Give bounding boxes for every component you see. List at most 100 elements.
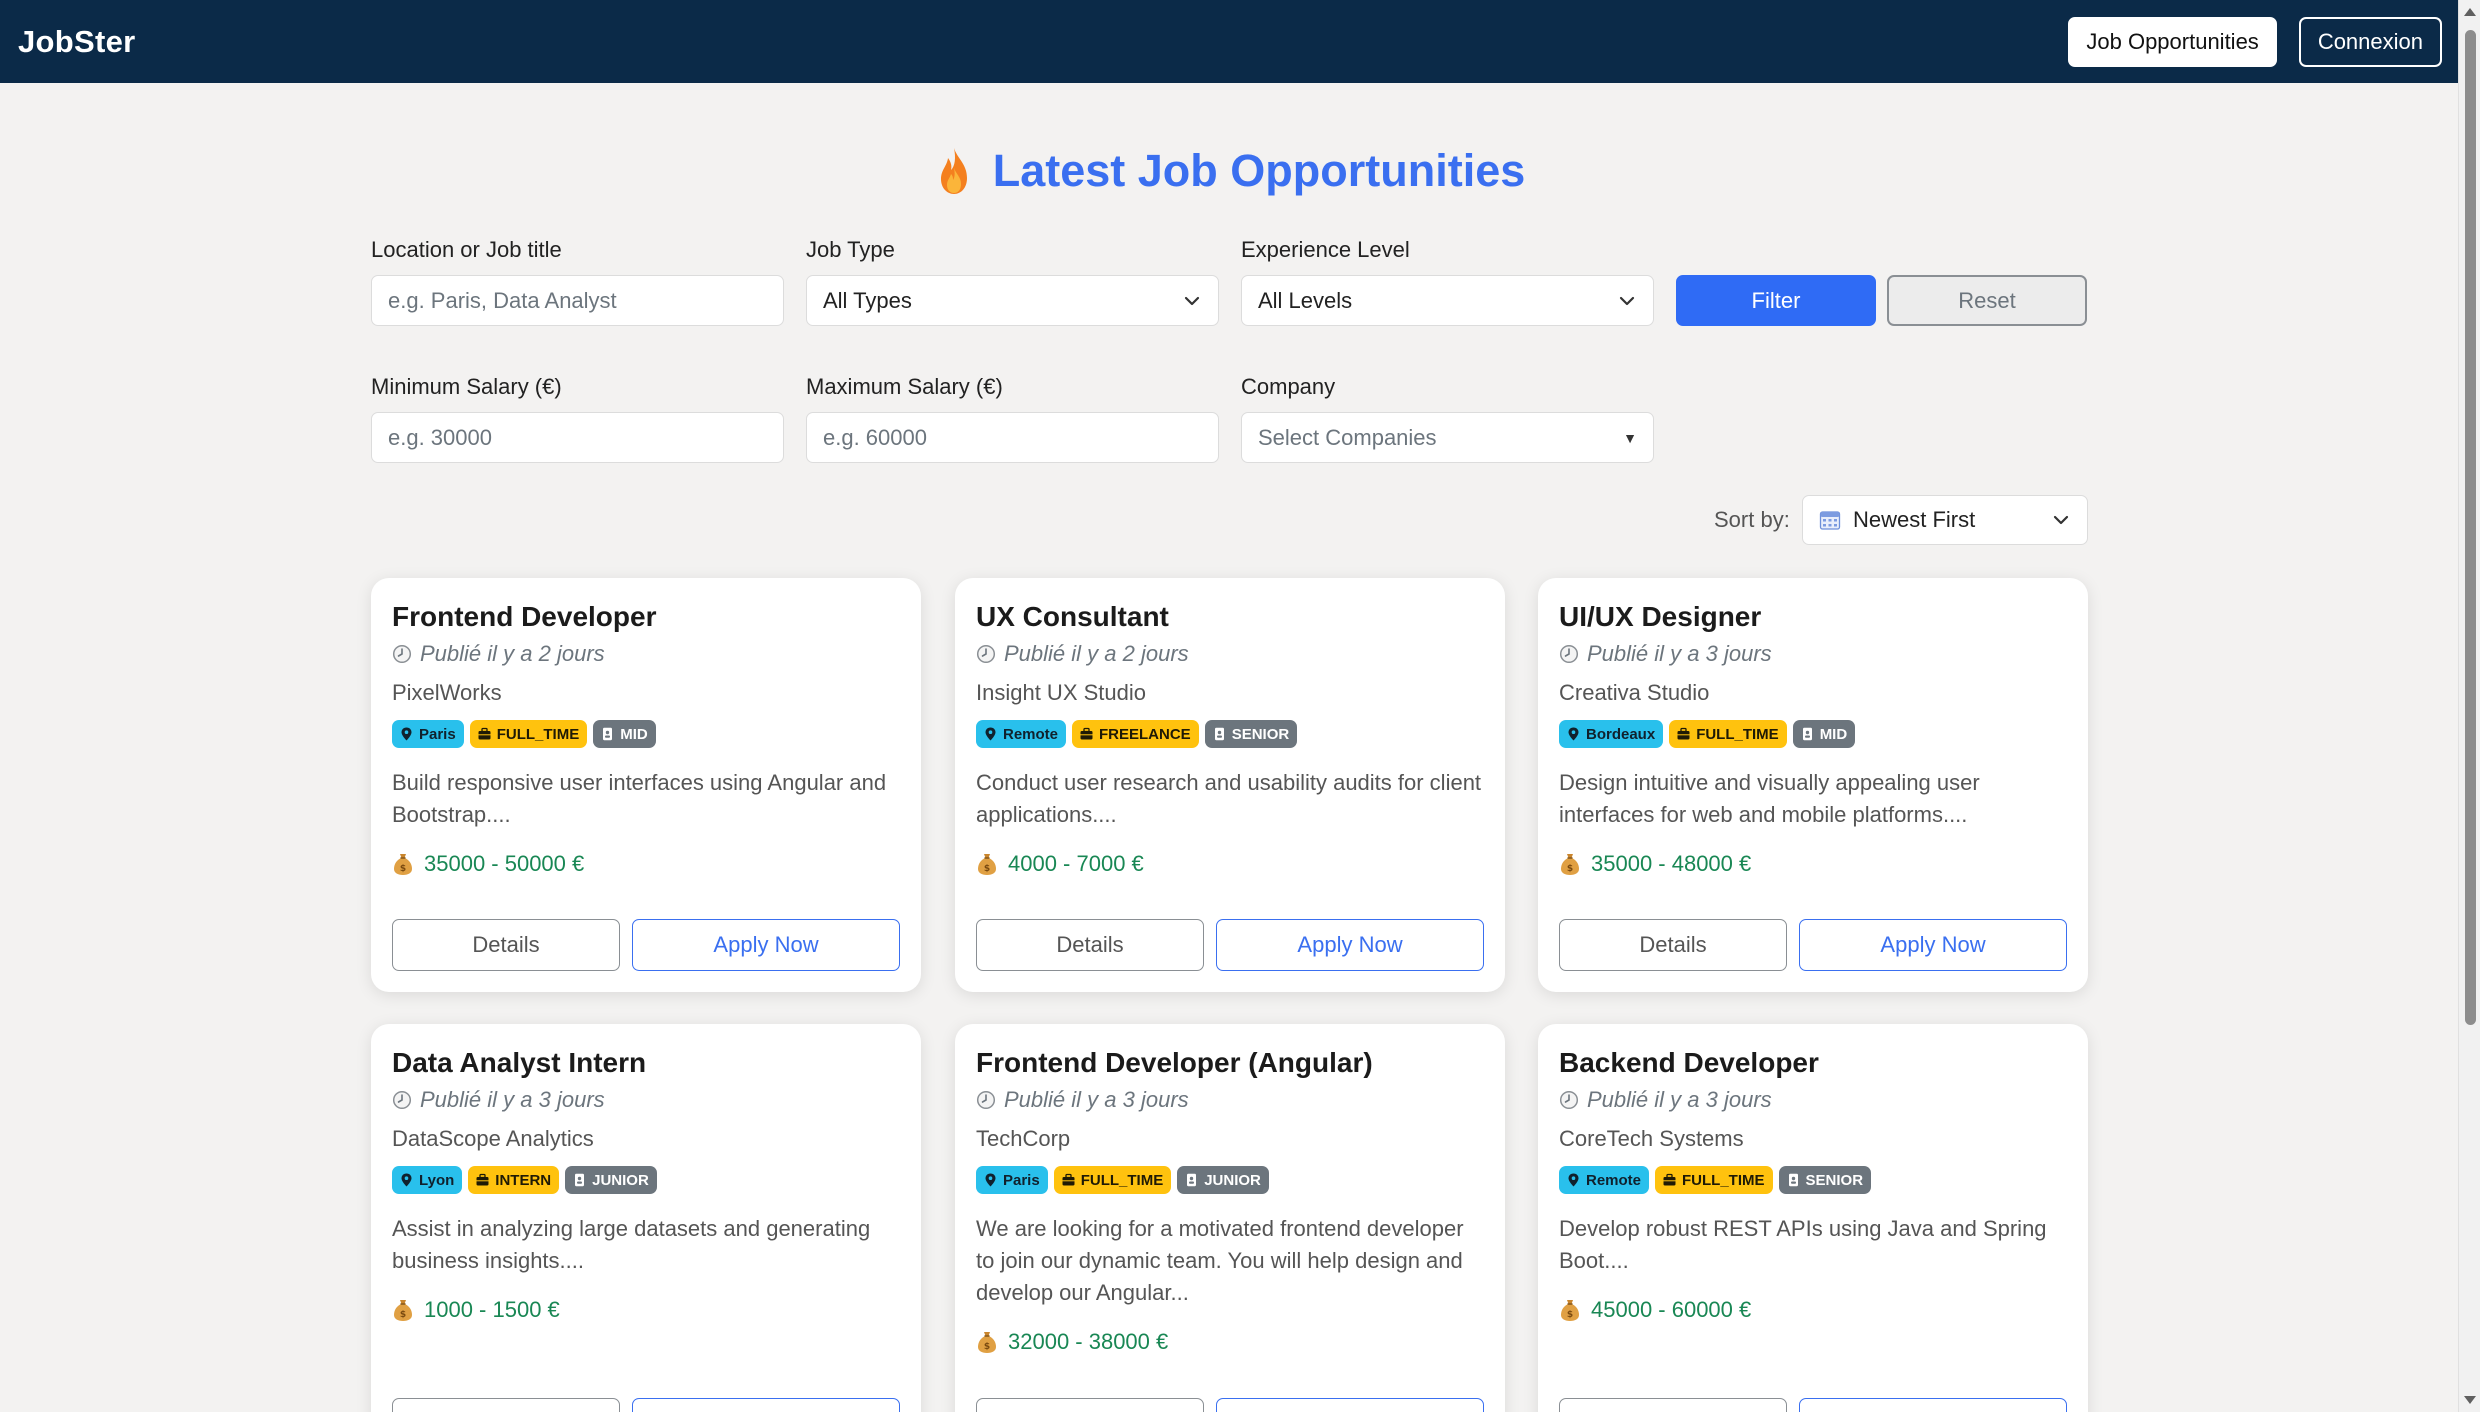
details-button[interactable]: Details (392, 1398, 620, 1412)
job-type-badge: FULL_TIME (1669, 720, 1787, 748)
reset-button[interactable]: Reset (1887, 275, 2087, 326)
map-pin-icon (1568, 727, 1579, 741)
job-description: Assist in analyzing large datasets and g… (392, 1216, 871, 1273)
job-card: Frontend Developer Publié il y a 2 jours… (371, 578, 921, 992)
id-badge-icon (1187, 1173, 1197, 1187)
level-text: MID (620, 725, 648, 743)
location-text: Paris (1003, 1171, 1040, 1189)
details-button[interactable]: Details (976, 1398, 1204, 1412)
briefcase-icon (476, 1173, 489, 1186)
brand-logo[interactable]: JobSter (18, 24, 136, 60)
details-button[interactable]: Details (976, 919, 1204, 971)
login-button[interactable]: Connexion (2298, 16, 2442, 67)
posted-text: Publié il y a 3 jours (1004, 1087, 1189, 1112)
sort-select[interactable]: Newest First (1802, 495, 2088, 545)
location-badge: Remote (976, 720, 1067, 748)
company-select[interactable]: Select Companies ▼ (1241, 412, 1654, 463)
level-text: JUNIOR (1204, 1171, 1261, 1189)
posted-date: Publié il y a 3 jours (976, 1087, 1483, 1113)
experience-label: Experience Level (1241, 237, 1410, 262)
max-salary-input[interactable]: e.g. 60000 (806, 412, 1219, 463)
company-name: TechCorp (976, 1126, 1071, 1151)
svg-text:$: $ (984, 1342, 990, 1352)
job-type-badge: FULL_TIME (1655, 1166, 1773, 1194)
navbar: JobSter Job Opportunities Connexion (0, 0, 2458, 83)
salary-range: 32000 - 38000 € (1008, 1329, 1169, 1354)
apply-now-button[interactable]: Apply Now (632, 1398, 900, 1412)
location-badge: Paris (392, 720, 464, 748)
job-description: Conduct user research and usability audi… (976, 770, 1482, 827)
salary-range: 4000 - 7000 € (1008, 851, 1144, 876)
details-button[interactable]: Details (1559, 1398, 1787, 1412)
fire-icon (940, 148, 967, 194)
posted-date: Publié il y a 3 jours (392, 1087, 899, 1113)
page-scrollbar[interactable] (2458, 0, 2480, 1412)
job-type-badge: FULL_TIME (1053, 1166, 1172, 1194)
apply-now-button[interactable]: Apply Now (1799, 919, 2067, 971)
chevron-down-icon (1619, 296, 1635, 305)
scroll-thumb[interactable] (2465, 30, 2476, 1025)
job-title: UX Consultant (976, 601, 1169, 632)
job-card: Frontend Developer (Angular) Publié il y… (955, 1024, 1505, 1412)
job-type-select[interactable]: All Types (806, 275, 1219, 326)
svg-text:$: $ (1567, 1310, 1573, 1320)
salary: $ 1000 - 1500 € (392, 1297, 899, 1323)
job-description: Design intuitive and visually appealing … (1559, 770, 1980, 827)
sort-value: Newest First (1853, 507, 1976, 532)
scroll-up-icon[interactable] (2464, 8, 2476, 16)
map-pin-icon (985, 727, 996, 741)
posted-date: Publié il y a 3 jours (1559, 1087, 2066, 1113)
min-salary-input[interactable]: e.g. 30000 (371, 412, 784, 463)
company-name: CoreTech Systems (1559, 1126, 1744, 1151)
details-button[interactable]: Details (1559, 919, 1787, 971)
id-badge-icon (1214, 727, 1224, 741)
sort-label: Sort by: (1714, 507, 1790, 532)
page-title-text: Latest Job Opportunities (992, 145, 1526, 196)
job-type-value: All Types (823, 287, 912, 313)
map-pin-icon (985, 1173, 996, 1187)
max-salary-label: Maximum Salary (€) (806, 374, 1003, 399)
posted-date: Publié il y a 3 jours (1559, 641, 2066, 667)
card-actions: Details Apply Now (1559, 919, 2067, 971)
experience-select[interactable]: All Levels (1241, 275, 1654, 326)
clock-icon (392, 1090, 412, 1110)
posted-text: Publié il y a 3 jours (420, 1087, 605, 1112)
job-card: Backend Developer Publié il y a 3 jours … (1538, 1024, 2088, 1412)
company-placeholder: Select Companies (1258, 424, 1437, 450)
salary: $ 45000 - 60000 € (1559, 1297, 2066, 1323)
filter-button[interactable]: Filter (1676, 275, 1876, 326)
job-type-text: FULL_TIME (496, 725, 580, 743)
money-bag-icon: $ (394, 1300, 412, 1321)
apply-now-button[interactable]: Apply Now (1216, 1398, 1484, 1412)
level-badge: JUNIOR (1177, 1166, 1269, 1194)
experience-value: All Levels (1258, 287, 1353, 313)
salary-range: 45000 - 60000 € (1591, 1297, 1752, 1322)
job-opportunities-button[interactable]: Job Opportunities (2068, 16, 2277, 67)
job-card: Data Analyst Intern Publié il y a 3 jour… (371, 1024, 921, 1412)
min-salary-label: Minimum Salary (€) (371, 374, 562, 399)
briefcase-icon (1677, 727, 1690, 740)
location-text: Remote (1003, 725, 1059, 743)
location-badge: Bordeaux (1559, 720, 1664, 748)
job-title: Data Analyst Intern (392, 1047, 647, 1078)
job-badges: Bordeaux FULL_TIME MID (1559, 720, 2066, 748)
page-title: Latest Job Opportunities (0, 145, 2458, 197)
details-button[interactable]: Details (392, 919, 620, 971)
map-pin-icon (401, 1173, 412, 1187)
location-input[interactable]: e.g. Paris, Data Analyst (371, 275, 784, 326)
location-text: Remote (1586, 1171, 1642, 1189)
job-type-text: FREELANCE (1099, 725, 1191, 743)
posted-text: Publié il y a 3 jours (1587, 1087, 1772, 1112)
id-badge-icon (1788, 1173, 1798, 1187)
apply-now-button[interactable]: Apply Now (1799, 1398, 2067, 1412)
apply-now-button[interactable]: Apply Now (1216, 919, 1484, 971)
calendar-icon (1819, 511, 1841, 530)
salary: $ 35000 - 48000 € (1559, 851, 2066, 877)
briefcase-icon (1062, 1173, 1075, 1186)
nav-actions: Job Opportunities Connexion (2068, 16, 2442, 67)
scroll-down-icon[interactable] (2464, 1396, 2476, 1404)
job-badges: Paris FULL_TIME MID (392, 720, 899, 748)
posted-text: Publié il y a 2 jours (1004, 641, 1189, 666)
level-badge: MID (593, 720, 656, 748)
apply-now-button[interactable]: Apply Now (632, 919, 900, 971)
